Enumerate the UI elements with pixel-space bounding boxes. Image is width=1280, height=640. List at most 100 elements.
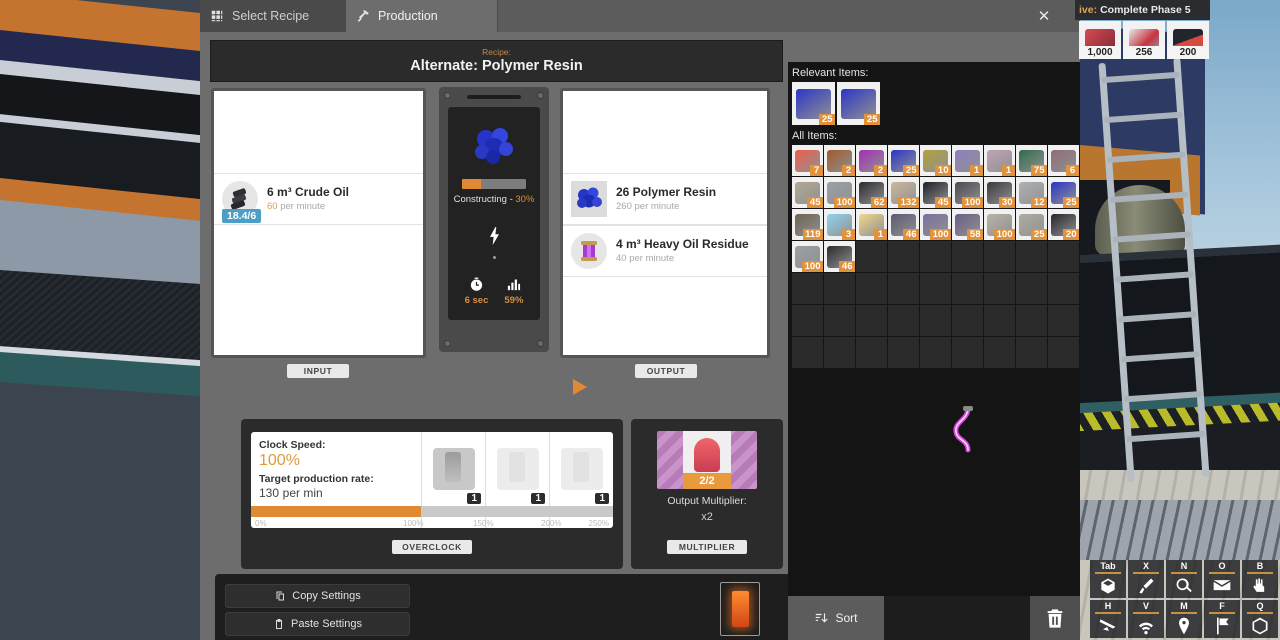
tab-select-recipe[interactable]: Select Recipe: [200, 0, 346, 32]
inventory-slot-empty[interactable]: [888, 337, 919, 368]
hotbar-key-h[interactable]: H: [1090, 600, 1126, 638]
inventory-slot[interactable]: 1: [856, 209, 887, 240]
overclock-button[interactable]: OVERCLOCK: [392, 540, 472, 554]
inventory-slot[interactable]: 25: [792, 82, 835, 125]
inventory-slot[interactable]: 7: [792, 145, 823, 176]
inventory-slot[interactable]: 45: [792, 177, 823, 208]
milestone-item: 256: [1123, 21, 1165, 59]
target-rate-value[interactable]: 130: [259, 486, 279, 500]
inventory-slot[interactable]: 46: [888, 209, 919, 240]
clock-speed-label: Clock Speed:: [259, 439, 421, 451]
inventory-slot-empty[interactable]: [920, 337, 951, 368]
inventory-slot-empty[interactable]: [952, 305, 983, 336]
inventory-slot[interactable]: 25: [837, 82, 880, 125]
inventory-slot-empty[interactable]: [792, 337, 823, 368]
input-item-rate: 60 per minute: [267, 200, 349, 213]
output-item-row[interactable]: 26 Polymer Resin 260 per minute: [563, 173, 767, 225]
inventory-slot-empty[interactable]: [1016, 305, 1047, 336]
inventory-slot-empty[interactable]: [824, 337, 855, 368]
inventory-slot[interactable]: 100: [792, 241, 823, 272]
inventory-slot[interactable]: 62: [856, 177, 887, 208]
standby-switch[interactable]: [720, 582, 760, 636]
inventory-slot-empty[interactable]: [984, 337, 1015, 368]
output-rate-unit: per minute: [632, 201, 680, 212]
inventory-slot-empty[interactable]: [984, 305, 1015, 336]
inventory-slot[interactable]: 10: [920, 145, 951, 176]
inventory-slot-empty[interactable]: [1048, 241, 1079, 272]
inventory-slot[interactable]: 45: [920, 177, 951, 208]
hotbar-key-q[interactable]: Q: [1242, 600, 1278, 638]
inventory-slot-empty[interactable]: [984, 241, 1015, 272]
hotbar-key-v[interactable]: V: [1128, 600, 1164, 638]
hotbar-key-b[interactable]: B: [1242, 560, 1278, 598]
overclock-slider[interactable]: 0% 100% 150% 200% 250%: [251, 506, 613, 528]
multiplier-button[interactable]: MULTIPLIER: [667, 540, 747, 554]
inventory-slot[interactable]: 6: [1048, 145, 1079, 176]
inventory-slot-empty[interactable]: [888, 305, 919, 336]
inventory-slot[interactable]: 100: [824, 177, 855, 208]
inventory-slot-empty[interactable]: [952, 337, 983, 368]
hotbar-key-o[interactable]: O: [1204, 560, 1240, 598]
inventory-slot-empty[interactable]: [792, 305, 823, 336]
copy-settings-button[interactable]: Copy Settings: [225, 584, 410, 608]
inventory-slot[interactable]: 1: [952, 145, 983, 176]
inventory-slot-empty[interactable]: [824, 305, 855, 336]
inventory-slot-empty[interactable]: [952, 241, 983, 272]
sort-button[interactable]: Sort: [788, 596, 884, 640]
inventory-slot-empty[interactable]: [856, 337, 887, 368]
hotbar-key-m[interactable]: M: [1166, 600, 1202, 638]
inventory-slot[interactable]: 119: [792, 209, 823, 240]
inventory-slot-empty[interactable]: [888, 241, 919, 272]
inventory-slot[interactable]: 46: [824, 241, 855, 272]
inventory-slot-empty[interactable]: [856, 241, 887, 272]
hotbar-key-n[interactable]: N: [1166, 560, 1202, 598]
clock-speed-value[interactable]: 100%: [259, 452, 421, 470]
tab-production[interactable]: Production: [346, 0, 498, 32]
inventory-slot[interactable]: 132: [888, 177, 919, 208]
close-button[interactable]: ✕: [1008, 0, 1080, 32]
inventory-slot[interactable]: 3: [824, 209, 855, 240]
inventory-slot[interactable]: 100: [952, 177, 983, 208]
inventory-slot-qty: 30: [999, 197, 1015, 208]
inventory-slot-empty[interactable]: [920, 273, 951, 304]
inventory-slot-empty[interactable]: [920, 305, 951, 336]
inventory-slot[interactable]: 58: [952, 209, 983, 240]
inventory-slot-empty[interactable]: [1016, 241, 1047, 272]
inventory-slot-empty[interactable]: [1016, 273, 1047, 304]
hotbar-key-f[interactable]: F: [1204, 600, 1240, 638]
inventory-slot[interactable]: 100: [984, 209, 1015, 240]
inventory-slot-empty[interactable]: [952, 273, 983, 304]
machine-progress-bar: [462, 179, 526, 189]
inventory-slot-empty[interactable]: [1016, 337, 1047, 368]
input-rate-value: 60: [267, 201, 278, 212]
inventory-slot[interactable]: 12: [1016, 177, 1047, 208]
hotbar-key-tab[interactable]: Tab: [1090, 560, 1126, 598]
inventory-slot[interactable]: 30: [984, 177, 1015, 208]
hotbar-key-x[interactable]: X: [1128, 560, 1164, 598]
inventory-slot-empty[interactable]: [1048, 305, 1079, 336]
milestone-title: ive: Complete Phase 5: [1075, 0, 1210, 20]
inventory-slot-empty[interactable]: [1048, 273, 1079, 304]
inventory-slot[interactable]: 2: [824, 145, 855, 176]
inventory-slot-empty[interactable]: [984, 273, 1015, 304]
paste-settings-button[interactable]: Paste Settings: [225, 612, 410, 636]
inventory-slot[interactable]: 25: [1016, 209, 1047, 240]
output-item-row[interactable]: 4 m³ Heavy Oil Residue 40 per minute: [563, 225, 767, 277]
somersloop-slot[interactable]: 2/2: [657, 431, 757, 489]
inventory-slot[interactable]: 100: [920, 209, 951, 240]
inventory-slot-empty[interactable]: [792, 273, 823, 304]
trash-button[interactable]: [1030, 596, 1080, 640]
inventory-slot-empty[interactable]: [856, 273, 887, 304]
inventory-slot-empty[interactable]: [856, 305, 887, 336]
inventory-slot[interactable]: 2: [856, 145, 887, 176]
inventory-slot[interactable]: 20: [1048, 209, 1079, 240]
inventory-slot-empty[interactable]: [824, 273, 855, 304]
inventory-slot[interactable]: 75: [1016, 145, 1047, 176]
inventory-slot-empty[interactable]: [888, 273, 919, 304]
inventory-slot[interactable]: 1: [984, 145, 1015, 176]
inventory-slot-empty[interactable]: [920, 241, 951, 272]
inventory-slot-empty[interactable]: [1048, 337, 1079, 368]
input-item-row[interactable]: 18.4/6 6 m³ Crude Oil 60 per minute: [214, 173, 423, 225]
inventory-slot[interactable]: 25: [888, 145, 919, 176]
inventory-slot[interactable]: 25: [1048, 177, 1079, 208]
